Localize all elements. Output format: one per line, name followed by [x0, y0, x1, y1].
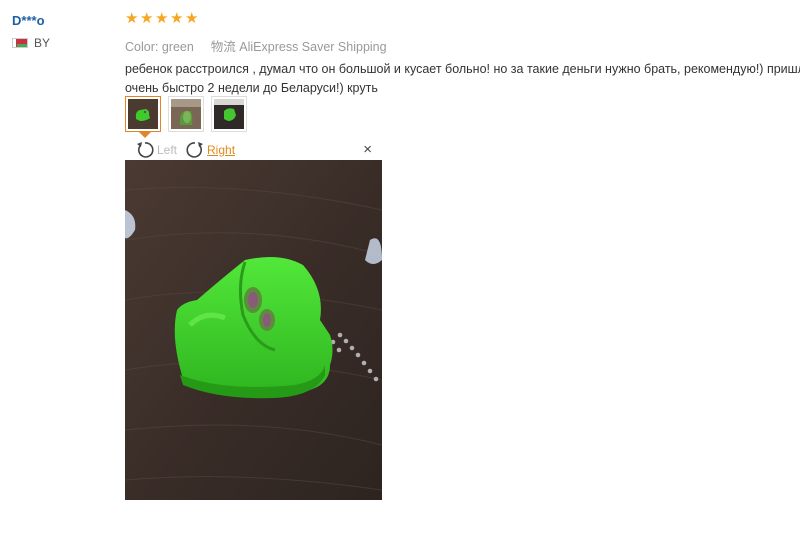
- reviewer-name[interactable]: D***o: [12, 13, 45, 28]
- thumbnail-image: [171, 99, 201, 129]
- active-indicator: [139, 132, 151, 138]
- thumbnail-image: [128, 99, 158, 129]
- thumbnail-photo-1[interactable]: [125, 96, 161, 138]
- color-value: green: [161, 40, 194, 54]
- viewer-toolbar: Left Right ×: [125, 140, 382, 160]
- rotate-right-label: Right: [207, 143, 236, 157]
- close-icon[interactable]: ×: [363, 142, 372, 158]
- rotate-right-icon: [186, 142, 204, 158]
- star-icon: ★: [140, 10, 154, 27]
- review-text: ребенок расстроился , думал что он больш…: [125, 60, 800, 98]
- shipping-value: AliExpress Saver Shipping: [239, 40, 387, 54]
- reviewer-country: BY: [12, 36, 50, 50]
- review-meta: Color: green 物流 AliExpress Saver Shippin…: [125, 36, 800, 55]
- rotate-left-icon: [137, 142, 154, 158]
- rotate-left-button[interactable]: Left: [135, 141, 177, 159]
- star-icon: ★: [155, 10, 169, 27]
- photo-viewer: Left Right ×: [125, 140, 382, 500]
- review-text-line: ребенок расстроился , думал что он больш…: [125, 62, 800, 76]
- star-icon: ★: [170, 10, 184, 27]
- thumbnail-photo-3[interactable]: [211, 96, 247, 132]
- reviewer: D***o: [12, 12, 45, 30]
- color-label: Color:: [125, 40, 159, 54]
- rotate-right-button[interactable]: Right: [185, 141, 235, 159]
- star-rating: ★ ★ ★ ★ ★: [125, 10, 800, 28]
- review-photo[interactable]: [125, 160, 382, 500]
- star-icon: ★: [125, 10, 139, 27]
- star-icon: ★: [185, 10, 199, 27]
- rotate-left-label: Left: [157, 143, 178, 157]
- shipping-label: 物流: [210, 40, 236, 54]
- review-body: ★ ★ ★ ★ ★ Color: green 物流 AliExpress Sav…: [125, 10, 800, 98]
- country-code: BY: [34, 36, 51, 50]
- photo-thumbnails: [125, 96, 247, 138]
- thumbnail-image: [214, 99, 244, 129]
- flag-by-icon: [12, 38, 28, 48]
- thumbnail-photo-2[interactable]: [168, 96, 204, 132]
